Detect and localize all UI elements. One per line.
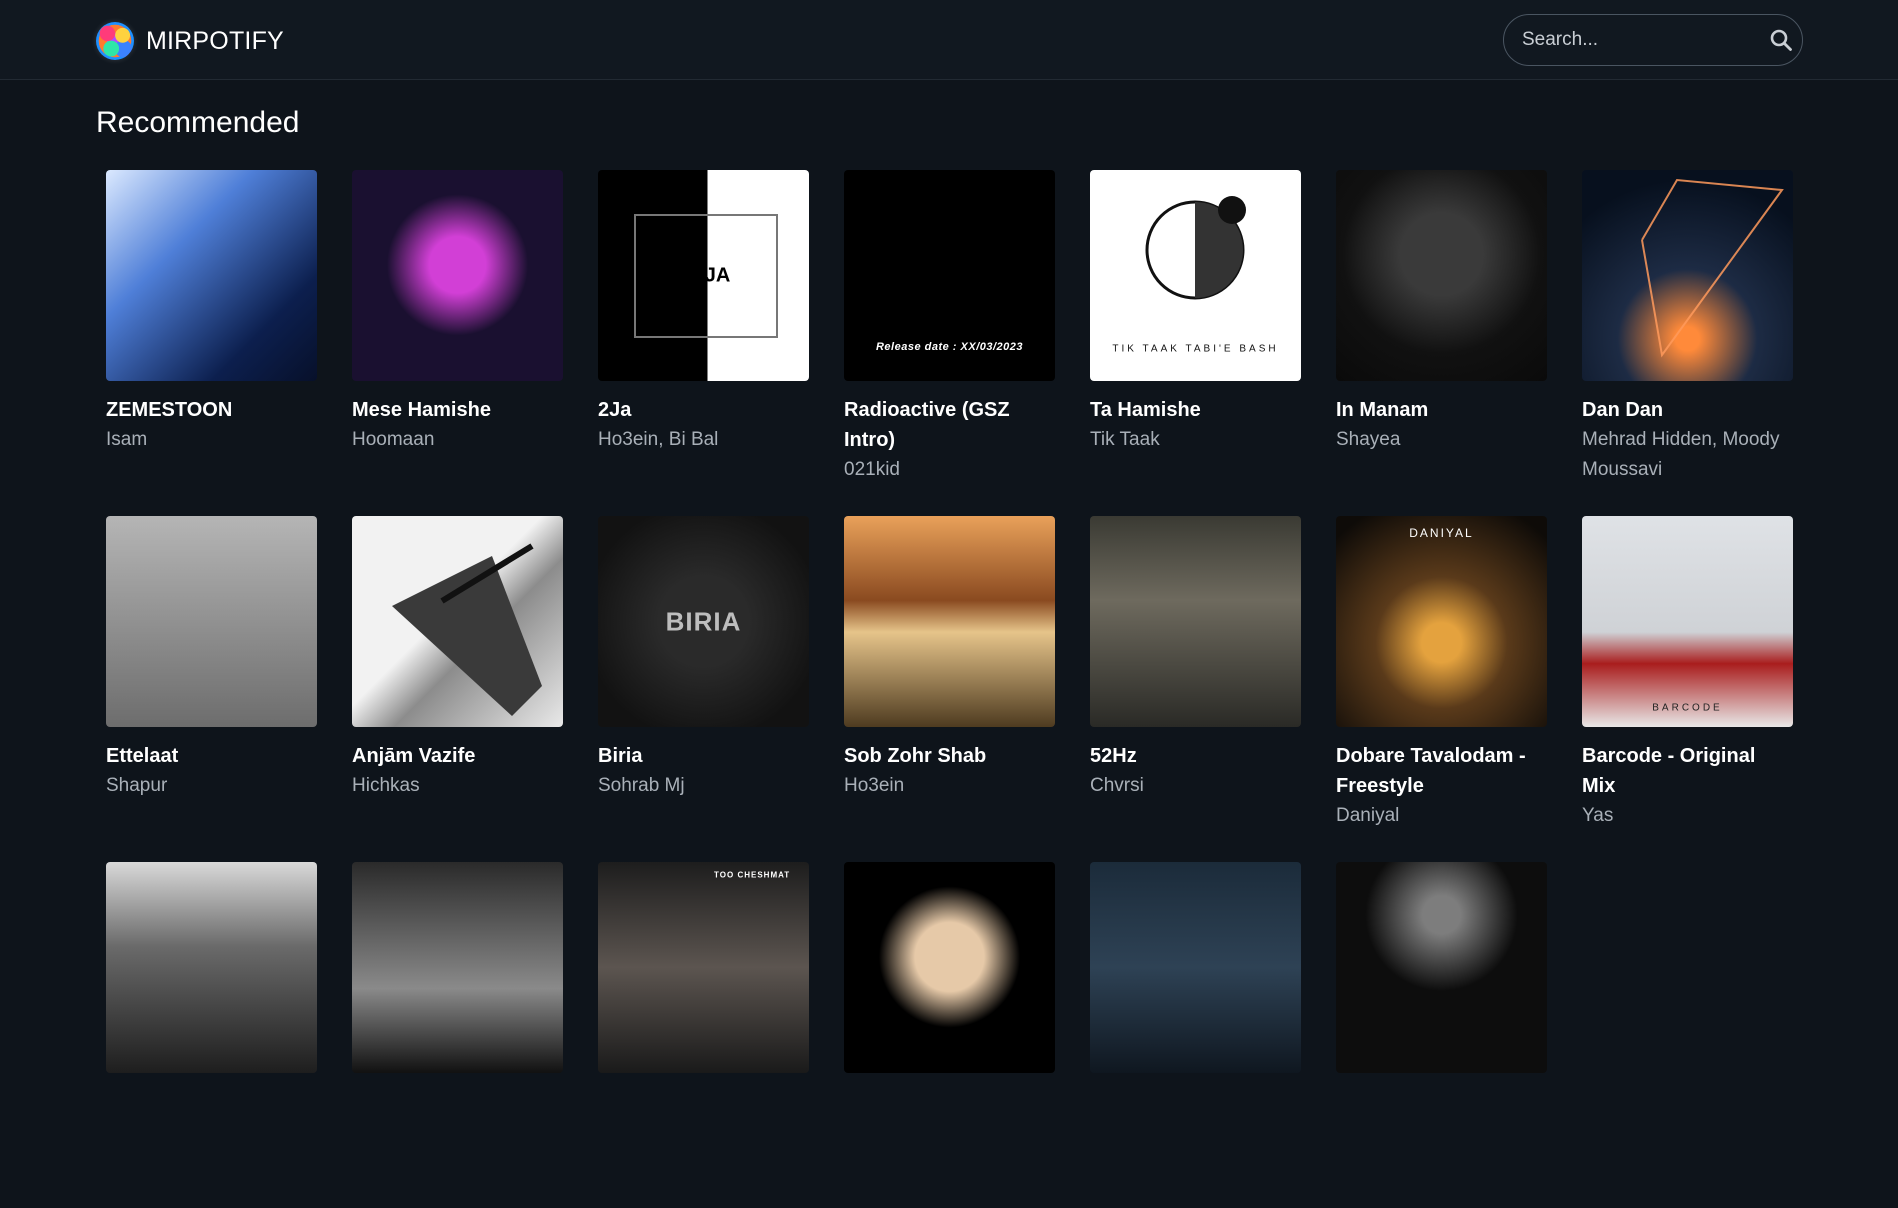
album-cover	[106, 170, 317, 381]
album-cover	[1582, 170, 1793, 381]
album-cover	[844, 516, 1055, 727]
track-card[interactable]: Mese Hamishe Hoomaan	[352, 170, 563, 516]
track-title[interactable]: Dan Dan	[1582, 395, 1793, 425]
track-title[interactable]: In Manam	[1336, 395, 1547, 425]
track-artist[interactable]: Yas	[1582, 801, 1793, 831]
search-button[interactable]	[1769, 25, 1793, 55]
cover-text: TOO CHESHMAT	[714, 870, 791, 880]
brand-link[interactable]: MIRPOTIFY	[96, 21, 284, 61]
track-card[interactable]	[844, 862, 1055, 1208]
track-card[interactable]: BIRIA Biria Sohrab Mj	[598, 516, 809, 862]
album-cover: 2JA	[598, 170, 809, 381]
track-artist[interactable]: Daniyal	[1336, 801, 1547, 831]
cover-text: BARCODE	[1652, 702, 1723, 714]
track-artist[interactable]: Sohrab Mj	[598, 771, 809, 801]
track-card[interactable]: In Manam Shayea	[1336, 170, 1547, 516]
track-artist[interactable]: Ho3ein, Bi Bal	[598, 425, 809, 455]
track-card[interactable]: 2JA 2Ja Ho3ein, Bi Bal	[598, 170, 809, 516]
album-cover	[106, 516, 317, 727]
track-card[interactable]: Dan Dan Mehrad Hidden, Moody Moussavi	[1582, 170, 1793, 516]
track-artist[interactable]: Hichkas	[352, 771, 563, 801]
track-title[interactable]: Sob Zohr Shab	[844, 741, 1055, 771]
track-card[interactable]	[1090, 862, 1301, 1208]
track-title[interactable]: Ta Hamishe	[1090, 395, 1301, 425]
light-frame-art	[1641, 178, 1784, 358]
search-icon	[1770, 29, 1792, 51]
top-navbar: MIRPOTIFY	[0, 0, 1898, 80]
search-input[interactable]	[1520, 28, 1769, 52]
album-cover: TIK TAAK TABI'E BASH	[1090, 170, 1301, 381]
track-title[interactable]: 2Ja	[598, 395, 809, 425]
album-cover	[352, 516, 563, 727]
track-card[interactable]: BARCODE Barcode - Original Mix Yas	[1582, 516, 1793, 862]
track-card[interactable]	[106, 862, 317, 1208]
track-artist[interactable]: Shayea	[1336, 425, 1547, 455]
track-card[interactable]: 52Hz Chvrsi	[1090, 516, 1301, 862]
cover-text: TIK TAAK TABI'E BASH	[1112, 343, 1279, 355]
track-title[interactable]: Dobare Tavalodam - Freestyle	[1336, 741, 1547, 801]
track-card[interactable]: Anjām Vazife Hichkas	[352, 516, 563, 862]
track-card[interactable]: TIK TAAK TABI'E BASH Ta Hamishe Tik Taak	[1090, 170, 1301, 516]
track-title[interactable]: 52Hz	[1090, 741, 1301, 771]
brand-name: MIRPOTIFY	[146, 26, 284, 55]
track-card[interactable]: ZEMESTOON Isam	[106, 170, 317, 516]
search-box	[1503, 14, 1803, 66]
track-artist[interactable]: Tik Taak	[1090, 425, 1301, 455]
track-card[interactable]: Sob Zohr Shab Ho3ein	[844, 516, 1055, 862]
track-card[interactable]: TOO CHESHMAT	[598, 862, 809, 1208]
album-cover: BARCODE	[1582, 516, 1793, 727]
track-artist[interactable]: Hoomaan	[352, 425, 563, 455]
track-artist[interactable]: 021kid	[844, 455, 1055, 485]
album-cover	[352, 170, 563, 381]
cover-text: BIRIA	[665, 606, 742, 636]
album-cover: Release date : XX/03/2023	[844, 170, 1055, 381]
album-cover	[844, 862, 1055, 1073]
album-cover: BIRIA	[598, 516, 809, 727]
album-cover	[352, 862, 563, 1073]
album-cover	[106, 862, 317, 1073]
knife-art	[392, 543, 542, 716]
track-card[interactable]: Release date : XX/03/2023 Radioactive (G…	[844, 170, 1055, 516]
track-grid: ZEMESTOON Isam Mese Hamishe Hoomaan 2JA …	[106, 170, 1826, 1208]
track-artist[interactable]: Shapur	[106, 771, 317, 801]
track-artist[interactable]: Isam	[106, 425, 317, 455]
album-cover	[1090, 516, 1301, 727]
cover-text: 2JA	[693, 264, 731, 286]
album-cover	[1336, 862, 1547, 1073]
track-card[interactable]	[1336, 862, 1547, 1208]
track-artist[interactable]: Mehrad Hidden, Moody Moussavi	[1582, 425, 1793, 485]
section-title: Recommended	[96, 106, 300, 139]
cover-text: DANIYAL	[1409, 525, 1474, 540]
track-card[interactable]	[352, 862, 563, 1208]
track-title[interactable]: Mese Hamishe	[352, 395, 563, 425]
track-title[interactable]: ZEMESTOON	[106, 395, 317, 425]
album-cover: DANIYAL	[1336, 516, 1547, 727]
globe-art	[1145, 196, 1246, 300]
colorful-splash-logo-icon	[96, 22, 134, 60]
track-card[interactable]: Ettelaat Shapur	[106, 516, 317, 862]
track-artist[interactable]: Chvrsi	[1090, 771, 1301, 801]
track-title[interactable]: Barcode - Original Mix	[1582, 741, 1793, 801]
album-cover: TOO CHESHMAT	[598, 862, 809, 1073]
track-title[interactable]: Anjām Vazife	[352, 741, 563, 771]
cover-text: Release date : XX/03/2023	[875, 341, 1024, 354]
album-cover	[1336, 170, 1547, 381]
track-title[interactable]: Ettelaat	[106, 741, 317, 771]
track-artist[interactable]: Ho3ein	[844, 771, 1055, 801]
track-card[interactable]: DANIYAL Dobare Tavalodam - Freestyle Dan…	[1336, 516, 1547, 862]
album-cover	[1090, 862, 1301, 1073]
track-title[interactable]: Biria	[598, 741, 809, 771]
track-title[interactable]: Radioactive (GSZ Intro)	[844, 395, 1055, 455]
